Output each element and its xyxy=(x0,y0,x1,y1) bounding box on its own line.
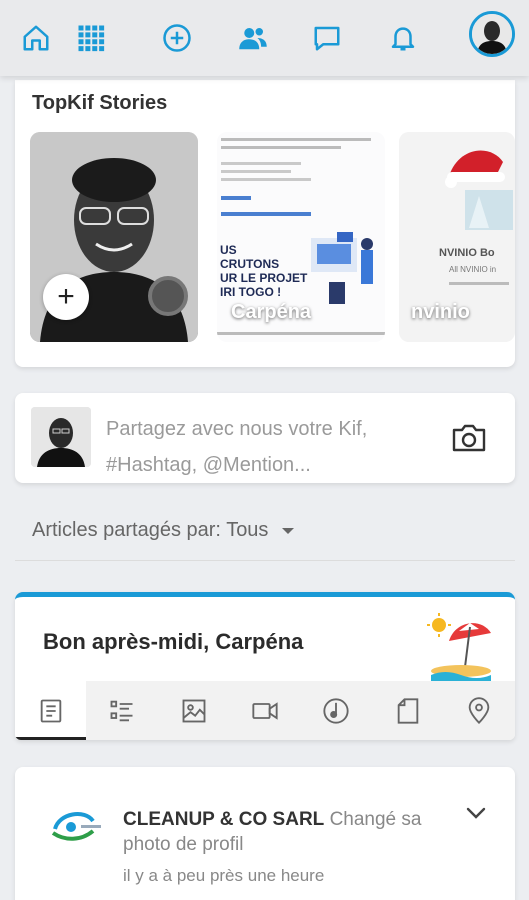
svg-text:IRI TOGO !: IRI TOGO ! xyxy=(220,285,281,299)
story-nvinio[interactable]: NVINIO Bo All NVINIO in nvinio xyxy=(399,132,515,342)
story-my-story[interactable]: + xyxy=(30,132,198,342)
chevron-down-icon[interactable] xyxy=(465,805,487,821)
profile-avatar[interactable] xyxy=(469,11,515,57)
tab-list[interactable] xyxy=(86,681,157,740)
feed-post: CLEANUP & CO SARL Changé sa photo de pro… xyxy=(15,767,515,900)
top-navigation xyxy=(0,0,529,76)
home-icon[interactable] xyxy=(19,18,53,58)
bell-icon[interactable] xyxy=(386,18,420,58)
add-circle-icon[interactable] xyxy=(160,18,194,58)
friends-icon[interactable] xyxy=(236,18,270,58)
tab-video[interactable] xyxy=(229,681,300,740)
post-header: CLEANUP & CO SARL Changé sa photo de pro… xyxy=(123,807,443,857)
story-carpena[interactable]: US CRUTONS UR LE PROJET IRI TOGO ! Carpé… xyxy=(217,132,385,342)
add-story-button[interactable]: + xyxy=(43,274,89,320)
document-icon xyxy=(397,697,419,724)
story-label: Carpéna xyxy=(231,301,312,323)
chat-icon[interactable] xyxy=(310,18,344,58)
location-icon xyxy=(468,696,490,724)
tab-document[interactable] xyxy=(372,681,443,740)
post-composer[interactable]: Partagez avec nous votre Kif, #Hashtag, … xyxy=(15,393,515,483)
stories-title: TopKif Stories xyxy=(32,92,168,114)
music-icon xyxy=(323,697,349,724)
filter-value[interactable]: Tous xyxy=(226,519,268,541)
story-label: nvinio xyxy=(411,301,470,323)
stories-card: TopKif Stories + US CRUTONS UR LE PROJET xyxy=(15,80,515,367)
post-timestamp: il y a à peu près une heure xyxy=(123,866,325,885)
post-type-tabs xyxy=(15,681,515,740)
article-icon xyxy=(40,699,61,722)
divider xyxy=(15,560,515,561)
tab-article[interactable] xyxy=(15,681,87,740)
greeting-card: Bon après-midi, Carpéna xyxy=(15,592,515,740)
filter-label: Articles partagés par: xyxy=(32,519,221,541)
story-nvinio-heading: NVINIO Bo xyxy=(439,247,495,259)
beach-umbrella-icon xyxy=(427,613,491,681)
image-icon xyxy=(182,699,205,722)
composer-avatar xyxy=(31,407,91,467)
company-logo xyxy=(51,812,101,841)
video-icon xyxy=(252,701,278,720)
post-author[interactable]: CLEANUP & CO SARL xyxy=(123,809,324,830)
tab-image[interactable] xyxy=(158,681,229,740)
tab-music[interactable] xyxy=(301,681,372,740)
svg-text:UR LE PROJET: UR LE PROJET xyxy=(220,271,308,285)
greeting-text: Bon après-midi, Carpéna xyxy=(43,629,304,654)
tab-location[interactable] xyxy=(444,681,515,740)
story-nvinio-sub: All NVINIO in xyxy=(449,265,496,274)
articles-filter[interactable]: Articles partagés par: Tous xyxy=(32,519,294,542)
caret-down-icon xyxy=(282,527,294,534)
grid-icon[interactable] xyxy=(74,18,108,58)
svg-text:US: US xyxy=(220,243,237,257)
svg-text:CRUTONS: CRUTONS xyxy=(220,257,279,271)
list-icon xyxy=(110,700,133,721)
composer-input[interactable]: Partagez avec nous votre Kif, #Hashtag, … xyxy=(106,411,416,483)
camera-icon[interactable] xyxy=(451,423,487,453)
